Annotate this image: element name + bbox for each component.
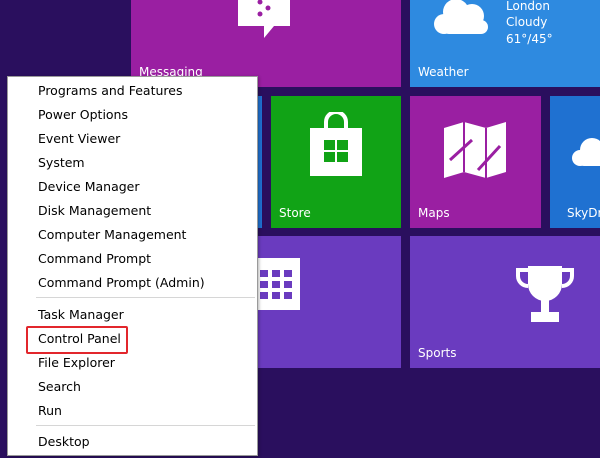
cloud-icon bbox=[572, 138, 600, 166]
menu-item-desktop[interactable]: Desktop bbox=[8, 430, 257, 453]
menu-item-device-manager[interactable]: Device Manager bbox=[8, 175, 257, 198]
messaging-icon bbox=[238, 0, 290, 38]
menu-separator bbox=[36, 425, 255, 426]
menu-item-computer-management[interactable]: Computer Management bbox=[8, 223, 257, 246]
trophy-icon bbox=[516, 266, 574, 322]
tile-weather[interactable]: London Cloudy 61°/45° Weather bbox=[410, 0, 600, 87]
tile-sports[interactable]: Sports bbox=[410, 236, 600, 368]
tile-maps[interactable]: Maps bbox=[410, 96, 541, 228]
tile-store-label: Store bbox=[279, 206, 311, 220]
weather-city: London bbox=[506, 0, 550, 13]
menu-item-task-manager[interactable]: Task Manager bbox=[8, 303, 257, 326]
menu-item-programs-and-features[interactable]: Programs and Features bbox=[8, 79, 257, 102]
menu-item-power-options[interactable]: Power Options bbox=[8, 103, 257, 126]
tile-skydrive-label: SkyDri bbox=[567, 206, 600, 220]
tile-maps-label: Maps bbox=[418, 206, 450, 220]
highlight-box-control-panel bbox=[26, 326, 128, 354]
store-bag-icon bbox=[310, 112, 362, 176]
menu-item-command-prompt[interactable]: Command Prompt bbox=[8, 247, 257, 270]
menu-item-disk-management[interactable]: Disk Management bbox=[8, 199, 257, 222]
menu-separator bbox=[36, 297, 255, 298]
tile-sports-label: Sports bbox=[418, 346, 457, 360]
tile-skydrive[interactable]: SkyDri bbox=[550, 96, 600, 228]
menu-item-system[interactable]: System bbox=[8, 151, 257, 174]
menu-item-event-viewer[interactable]: Event Viewer bbox=[8, 127, 257, 150]
winx-context-menu: Programs and Features Power Options Even… bbox=[7, 76, 258, 456]
tile-store[interactable]: Store bbox=[271, 96, 401, 228]
weather-temps: 61°/45° bbox=[506, 32, 553, 46]
map-icon bbox=[444, 122, 506, 178]
menu-item-file-explorer[interactable]: File Explorer bbox=[8, 351, 257, 374]
menu-item-run[interactable]: Run bbox=[8, 399, 257, 422]
menu-item-command-prompt-admin[interactable]: Command Prompt (Admin) bbox=[8, 271, 257, 294]
tile-weather-label: Weather bbox=[418, 65, 469, 79]
cloud-icon bbox=[434, 0, 488, 34]
menu-item-search[interactable]: Search bbox=[8, 375, 257, 398]
calendar-icon bbox=[254, 258, 300, 310]
weather-condition: Cloudy bbox=[506, 15, 548, 29]
tile-messaging[interactable]: Messaging bbox=[131, 0, 401, 87]
